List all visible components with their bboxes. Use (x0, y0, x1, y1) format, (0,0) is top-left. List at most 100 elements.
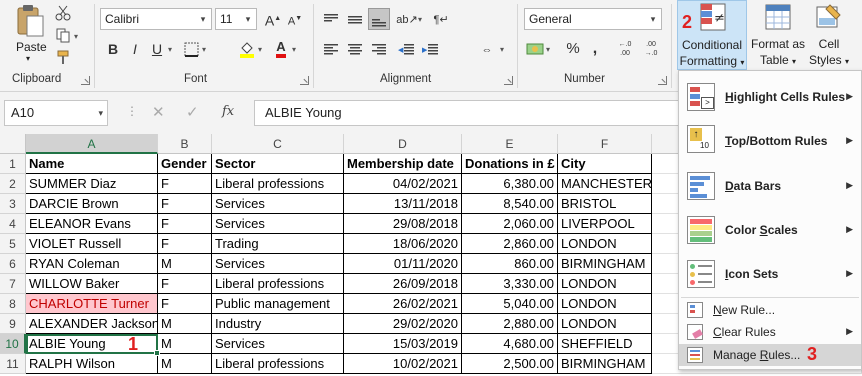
data-cell[interactable]: 29/08/2018 (344, 214, 462, 234)
align-center-button[interactable] (344, 38, 366, 60)
font-size-dropdown[interactable]: 11 ▾ (215, 8, 257, 30)
header-cell[interactable]: Membership date (344, 154, 462, 174)
align-left-button[interactable] (320, 38, 342, 60)
data-cell[interactable]: CHARLOTTE Turner (26, 294, 158, 314)
data-cell[interactable]: Public management (212, 294, 344, 314)
row-header-3[interactable]: 3 (0, 194, 26, 214)
data-cell[interactable]: M (158, 254, 212, 274)
column-header-f[interactable]: F (558, 134, 652, 154)
data-cell[interactable]: F (158, 234, 212, 254)
merge-dropdown-icon[interactable]: ▾ (500, 45, 504, 54)
data-cell[interactable]: LONDON (558, 274, 652, 294)
percent-button[interactable]: % (562, 38, 584, 60)
header-cell[interactable]: Name (26, 154, 158, 174)
select-all-corner[interactable] (0, 134, 26, 154)
menu-item-manage-rules[interactable]: Manage Rules... 3 (679, 344, 861, 366)
row-header-4[interactable]: 4 (0, 214, 26, 234)
menu-item-clear-rules[interactable]: Clear Rules ▶ (679, 321, 861, 343)
column-header-e[interactable]: E (462, 134, 558, 154)
cut-button[interactable] (52, 2, 74, 24)
data-cell[interactable]: ELEANOR Evans (26, 214, 158, 234)
grow-font-button[interactable]: A▲ (262, 8, 284, 30)
borders-button[interactable] (180, 38, 202, 60)
data-cell[interactable]: SHEFFIELD (558, 334, 652, 354)
insert-function-icon[interactable]: fx (222, 104, 234, 119)
data-cell[interactable]: BRISTOL (558, 194, 652, 214)
font-launcher-icon[interactable] (300, 76, 309, 85)
header-cell[interactable]: Gender (158, 154, 212, 174)
data-cell[interactable]: Services (212, 194, 344, 214)
menu-item-data-bars[interactable]: Data Bars ▶ (679, 166, 861, 206)
merge-center-button[interactable]: ⇔ (476, 38, 498, 60)
data-cell[interactable]: VIOLET Russell (26, 234, 158, 254)
align-middle-button[interactable] (344, 8, 366, 30)
data-cell[interactable]: 13/11/2018 (344, 194, 462, 214)
data-cell[interactable]: Liberal professions (212, 174, 344, 194)
column-header-c[interactable]: C (212, 134, 344, 154)
fill-color-dropdown-icon[interactable]: ▾ (258, 45, 262, 54)
align-right-button[interactable] (368, 38, 390, 60)
menu-item-highlight-cells-rules[interactable]: > Highlight Cells Rules ▶ (679, 77, 861, 117)
data-cell[interactable]: LONDON (558, 234, 652, 254)
copy-dropdown-icon[interactable]: ▾ (74, 32, 78, 41)
alignment-launcher-icon[interactable] (504, 76, 513, 85)
data-cell[interactable]: BIRMINGHAM (558, 354, 652, 374)
menu-item-new-rule[interactable]: New Rule... (679, 299, 861, 321)
data-cell[interactable]: RYAN Coleman (26, 254, 158, 274)
data-cell[interactable]: Services (212, 214, 344, 234)
italic-button[interactable]: I (124, 38, 146, 60)
data-cell[interactable]: M (158, 354, 212, 374)
data-cell[interactable]: MANCHESTER (558, 174, 652, 194)
copy-button[interactable] (52, 24, 74, 46)
font-color-button[interactable]: A (270, 36, 292, 58)
menu-item-icon-sets[interactable]: Icon Sets ▶ (679, 254, 861, 294)
row-header-9[interactable]: 9 (0, 314, 26, 334)
bold-button[interactable]: B (102, 38, 124, 60)
data-cell[interactable]: 4,680.00 (462, 334, 558, 354)
decrease-decimal-button[interactable]: .00 →.0 (640, 38, 662, 60)
data-cell[interactable]: 2,500.00 (462, 354, 558, 374)
format-painter-button[interactable] (52, 46, 74, 68)
data-cell[interactable]: BIRMINGHAM (558, 254, 652, 274)
cancel-icon[interactable]: ✕ (152, 103, 165, 121)
menu-item-top-bottom-rules[interactable]: ↑ 10 Top/Bottom Rules ▶ (679, 121, 861, 161)
data-cell[interactable]: Liberal professions (212, 354, 344, 374)
data-cell[interactable]: 8,540.00 (462, 194, 558, 214)
fill-handle[interactable] (154, 350, 160, 356)
data-cell[interactable]: M (158, 334, 212, 354)
data-cell[interactable]: 860.00 (462, 254, 558, 274)
row-header-8[interactable]: 8 (0, 294, 26, 314)
data-cell[interactable]: 15/03/2019 (344, 334, 462, 354)
font-color-dropdown-icon[interactable]: ▾ (292, 45, 296, 54)
data-cell[interactable]: LONDON (558, 314, 652, 334)
data-cell[interactable]: ALBIE Young (26, 334, 158, 354)
cell-styles-button[interactable]: Cell Styles ▾ (806, 0, 852, 70)
shrink-font-button[interactable]: A▼ (284, 8, 306, 30)
increase-indent-button[interactable]: ▶ (420, 38, 442, 60)
enter-icon[interactable]: ✓ (186, 103, 199, 121)
conditional-formatting-button[interactable]: ≠ Conditional Formatting ▾ (677, 0, 747, 70)
underline-dropdown-icon[interactable]: ▾ (168, 45, 172, 54)
row-header-6[interactable]: 6 (0, 254, 26, 274)
data-cell[interactable]: LIVERPOOL (558, 214, 652, 234)
data-cell[interactable]: 18/06/2020 (344, 234, 462, 254)
name-box[interactable]: A10 ▾ (4, 100, 108, 126)
data-cell[interactable]: Services (212, 334, 344, 354)
header-cell[interactable]: Donations in £ (462, 154, 558, 174)
underline-button[interactable]: U (146, 38, 168, 60)
column-header-b[interactable]: B (158, 134, 212, 154)
header-cell[interactable]: City (558, 154, 652, 174)
data-cell[interactable]: Services (212, 254, 344, 274)
data-cell[interactable]: F (158, 194, 212, 214)
data-cell[interactable]: Industry (212, 314, 344, 334)
borders-dropdown-icon[interactable]: ▾ (202, 45, 206, 54)
data-cell[interactable]: 04/02/2021 (344, 174, 462, 194)
column-header-a[interactable]: A (26, 134, 158, 154)
data-cell[interactable]: 6,380.00 (462, 174, 558, 194)
paste-button[interactable]: Paste ▾ (12, 2, 48, 63)
accounting-dropdown-icon[interactable]: ▾ (546, 45, 550, 54)
column-header-d[interactable]: D (344, 134, 462, 154)
comma-style-button[interactable]: , (584, 38, 606, 60)
row-header-7[interactable]: 7 (0, 274, 26, 294)
decrease-indent-button[interactable]: ◀ (396, 38, 418, 60)
